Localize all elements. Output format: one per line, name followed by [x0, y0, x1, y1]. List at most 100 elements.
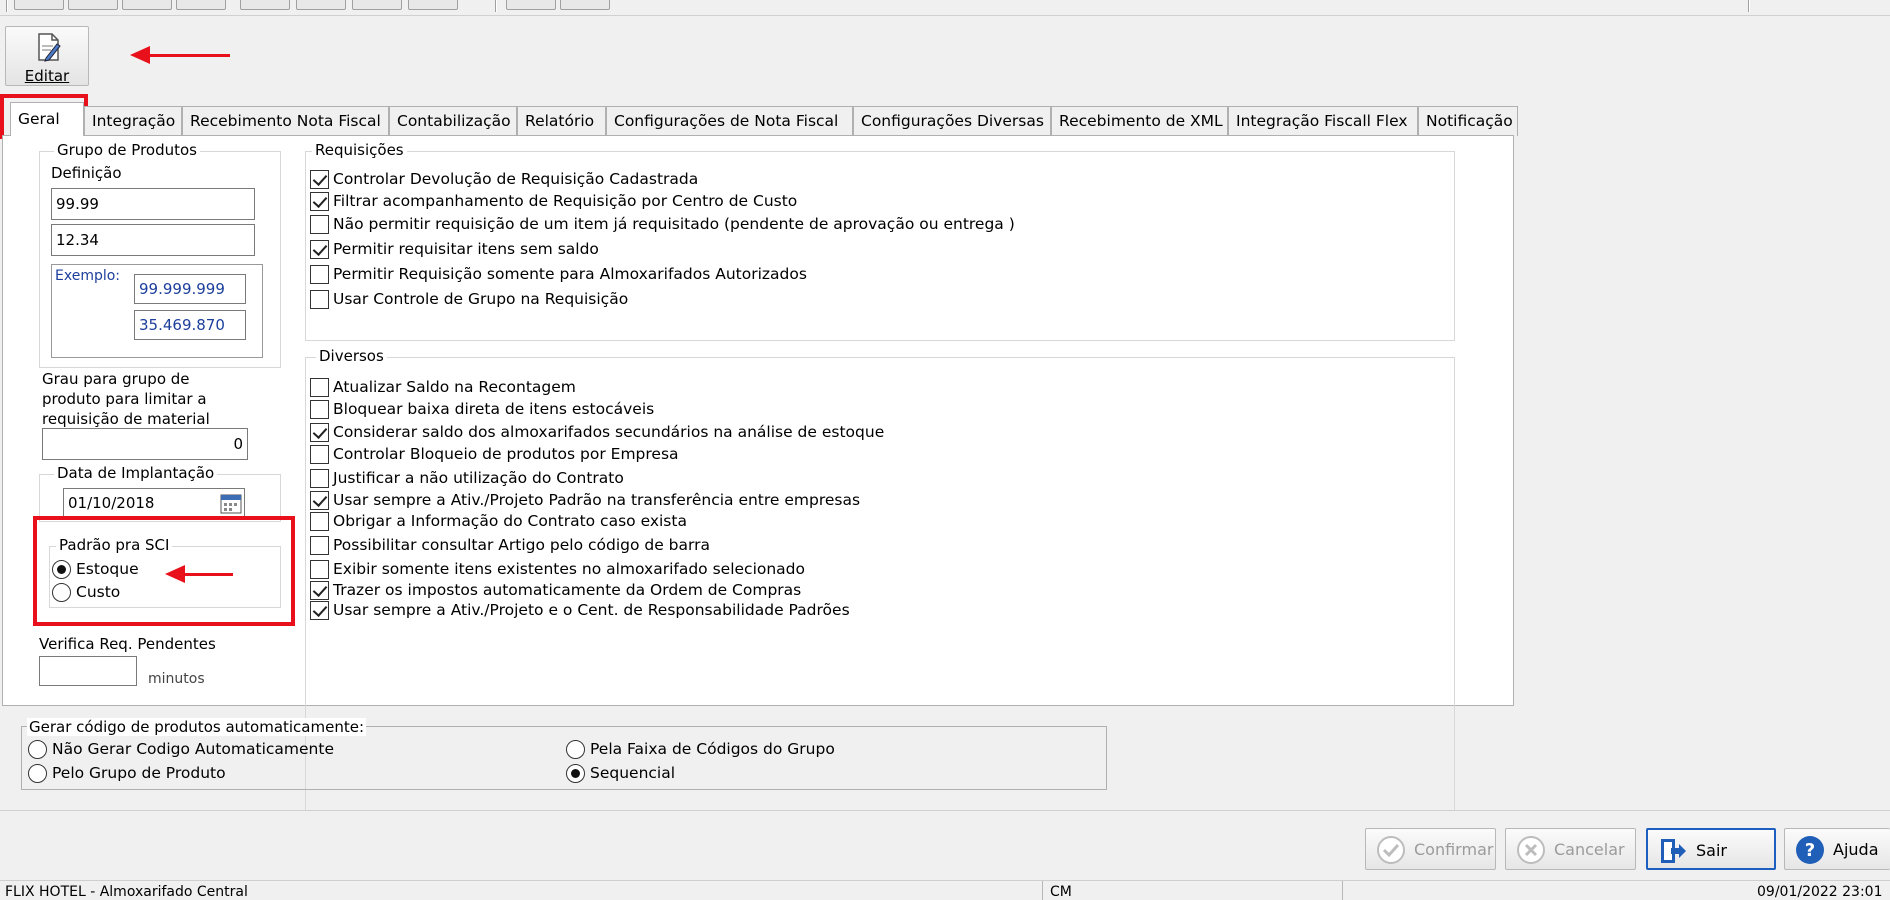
toolbar-button[interactable] [560, 0, 610, 10]
chk-considerar-saldo[interactable] [310, 423, 329, 442]
cancelar-button[interactable]: Cancelar [1505, 828, 1636, 870]
chk-label: Trazer os impostos automaticamente da Or… [333, 581, 802, 599]
chk-permitir-sem-saldo[interactable] [310, 240, 329, 259]
chk-controle-grupo[interactable] [310, 290, 329, 309]
radio-custo-label: Custo [76, 583, 121, 601]
chk-controlar-devolucao[interactable] [310, 170, 329, 189]
toolbar-button[interactable] [296, 0, 346, 10]
definicao-field-2[interactable]: 12.34 [51, 224, 255, 256]
group-title: Padrão pra SCI [56, 536, 173, 554]
chk-label: Bloquear baixa direta de itens estocávei… [333, 400, 655, 418]
chk-filtrar-acompanhamento[interactable] [310, 192, 329, 211]
toolbar-save-button[interactable] [68, 0, 118, 10]
data-implantacao-field[interactable]: 01/10/2018 [63, 488, 245, 518]
tab-panel-geral: Grupo de Produtos Definição 99.99 12.34 … [2, 135, 1514, 835]
edit-document-icon [38, 33, 61, 62]
chk-label: Controlar Devolução de Requisição Cadast… [333, 170, 699, 188]
verifica-label: Verifica Req. Pendentes [39, 635, 216, 653]
chk-justificar-contrato[interactable] [310, 469, 329, 488]
definicao-label: Definição [51, 164, 122, 182]
verifica-field[interactable] [39, 656, 137, 686]
radio-label: Pela Faixa de Códigos do Grupo [590, 740, 835, 758]
edit-button-label: Editar [24, 67, 70, 85]
status-separator [1342, 881, 1343, 900]
tab-recebimento-xml[interactable]: Recebimento de XML [1051, 106, 1228, 136]
chk-atualizar-saldo[interactable] [310, 378, 329, 397]
tab-configuracoes-diversas[interactable]: Configurações Diversas [853, 106, 1051, 136]
chk-usar-ativ-projeto-padrao[interactable] [310, 491, 329, 510]
chk-usar-ativ-projeto-cent[interactable] [310, 601, 329, 620]
grau-field[interactable]: 0 [42, 428, 248, 460]
chk-almoxarifados-autorizados[interactable] [310, 265, 329, 284]
definicao-field-1[interactable]: 99.99 [51, 188, 255, 220]
chk-label: Justificar a não utilização do Contrato [333, 469, 624, 487]
toolbar-back-button[interactable] [14, 0, 64, 10]
chk-controlar-bloqueio[interactable] [310, 445, 329, 464]
chk-consultar-codigo-barra[interactable] [310, 536, 329, 555]
exemplo-field-1: 99.999.999 [134, 274, 246, 304]
radio-pela-faixa[interactable] [566, 740, 585, 759]
annotation-arrow [165, 565, 233, 583]
grau-label-line1: Grau para grupo de [42, 370, 190, 388]
confirmar-button[interactable]: Confirmar [1365, 828, 1496, 870]
status-company: FLIX HOTEL - Almoxarifado Central [5, 884, 248, 900]
toolbar-separator [1748, 0, 1750, 12]
chk-label: Possibilitar consultar Artigo pelo códig… [333, 536, 710, 554]
radio-nao-gerar[interactable] [28, 740, 47, 759]
chk-label: Controlar Bloqueio de produtos por Empre… [333, 445, 679, 463]
toolbar-button[interactable] [506, 0, 556, 10]
toolbar-separator [495, 0, 497, 12]
annotation-arrow [130, 46, 230, 64]
chk-label: Filtrar acompanhamento de Requisição por… [333, 192, 798, 210]
tab-contabilizacao[interactable]: Contabilização [389, 106, 517, 136]
status-bar: FLIX HOTEL - Almoxarifado Central CM 09/… [0, 880, 1890, 900]
toolbar-refresh-button[interactable] [122, 0, 172, 10]
chk-trazer-impostos[interactable] [310, 581, 329, 600]
radio-label: Pelo Grupo de Produto [52, 764, 226, 782]
chk-label: Não permitir requisição de um item já re… [333, 215, 1015, 233]
cancel-circle-icon [1517, 836, 1545, 864]
tab-recebimento-nota-fiscal[interactable]: Recebimento Nota Fiscal [182, 106, 389, 136]
radio-estoque[interactable] [52, 560, 71, 579]
tab-strip: Geral Integração Recebimento Nota Fiscal… [0, 102, 1520, 136]
radio-estoque-label: Estoque [76, 560, 139, 578]
status-datetime: 09/01/2022 23:01 [1757, 884, 1883, 900]
toolbar-button[interactable] [352, 0, 402, 10]
tab-notificacao[interactable]: Notificação [1418, 106, 1518, 136]
chk-exibir-itens-existentes[interactable] [310, 560, 329, 579]
tab-geral[interactable]: Geral [10, 102, 84, 136]
sair-label: Sair [1696, 841, 1727, 860]
group-title: Requisições [312, 141, 407, 159]
sair-button[interactable]: Sair [1646, 828, 1776, 870]
toolbar-button[interactable] [176, 0, 226, 10]
chk-obrigar-contrato[interactable] [310, 512, 329, 531]
radio-custo[interactable] [52, 583, 71, 602]
ajuda-button[interactable]: ? Ajuda [1784, 828, 1890, 870]
radio-pelo-grupo[interactable] [28, 764, 47, 783]
edit-button[interactable]: Editar [5, 26, 89, 86]
verifica-unit: minutos [148, 671, 205, 687]
group-title: Data de Implantação [54, 464, 218, 482]
toolbar-button[interactable] [408, 0, 458, 10]
tab-relatorio[interactable]: Relatório [517, 106, 606, 136]
data-implantacao-value: 01/10/2018 [68, 494, 155, 512]
help-icon: ? [1796, 836, 1824, 864]
toolbar-button[interactable] [240, 0, 290, 10]
chk-label: Usar sempre a Ativ./Projeto e o Cent. de… [333, 601, 850, 619]
tab-integracao[interactable]: Integração [84, 106, 182, 136]
check-circle-icon [1377, 836, 1405, 864]
chk-label: Usar sempre a Ativ./Projeto Padrão na tr… [333, 491, 861, 509]
radio-sequencial[interactable] [566, 764, 585, 783]
status-user: CM [1050, 884, 1072, 900]
chk-label: Exibir somente itens existentes no almox… [333, 560, 806, 578]
chk-bloquear-baixa[interactable] [310, 400, 329, 419]
calendar-icon[interactable] [220, 492, 242, 514]
tab-configuracoes-nota-fiscal[interactable]: Configurações de Nota Fiscal [606, 106, 853, 136]
toolbar-separator [6, 0, 8, 12]
chk-label: Permitir requisitar itens sem saldo [333, 240, 599, 258]
exemplo-field-2: 35.469.870 [134, 310, 246, 340]
tab-integracao-fiscall-flex[interactable]: Integração Fiscall Flex [1228, 106, 1418, 136]
chk-label: Obrigar a Informação do Contrato caso ex… [333, 512, 687, 530]
chk-nao-permitir-requisicao[interactable] [310, 215, 329, 234]
toolbar [0, 0, 1890, 16]
